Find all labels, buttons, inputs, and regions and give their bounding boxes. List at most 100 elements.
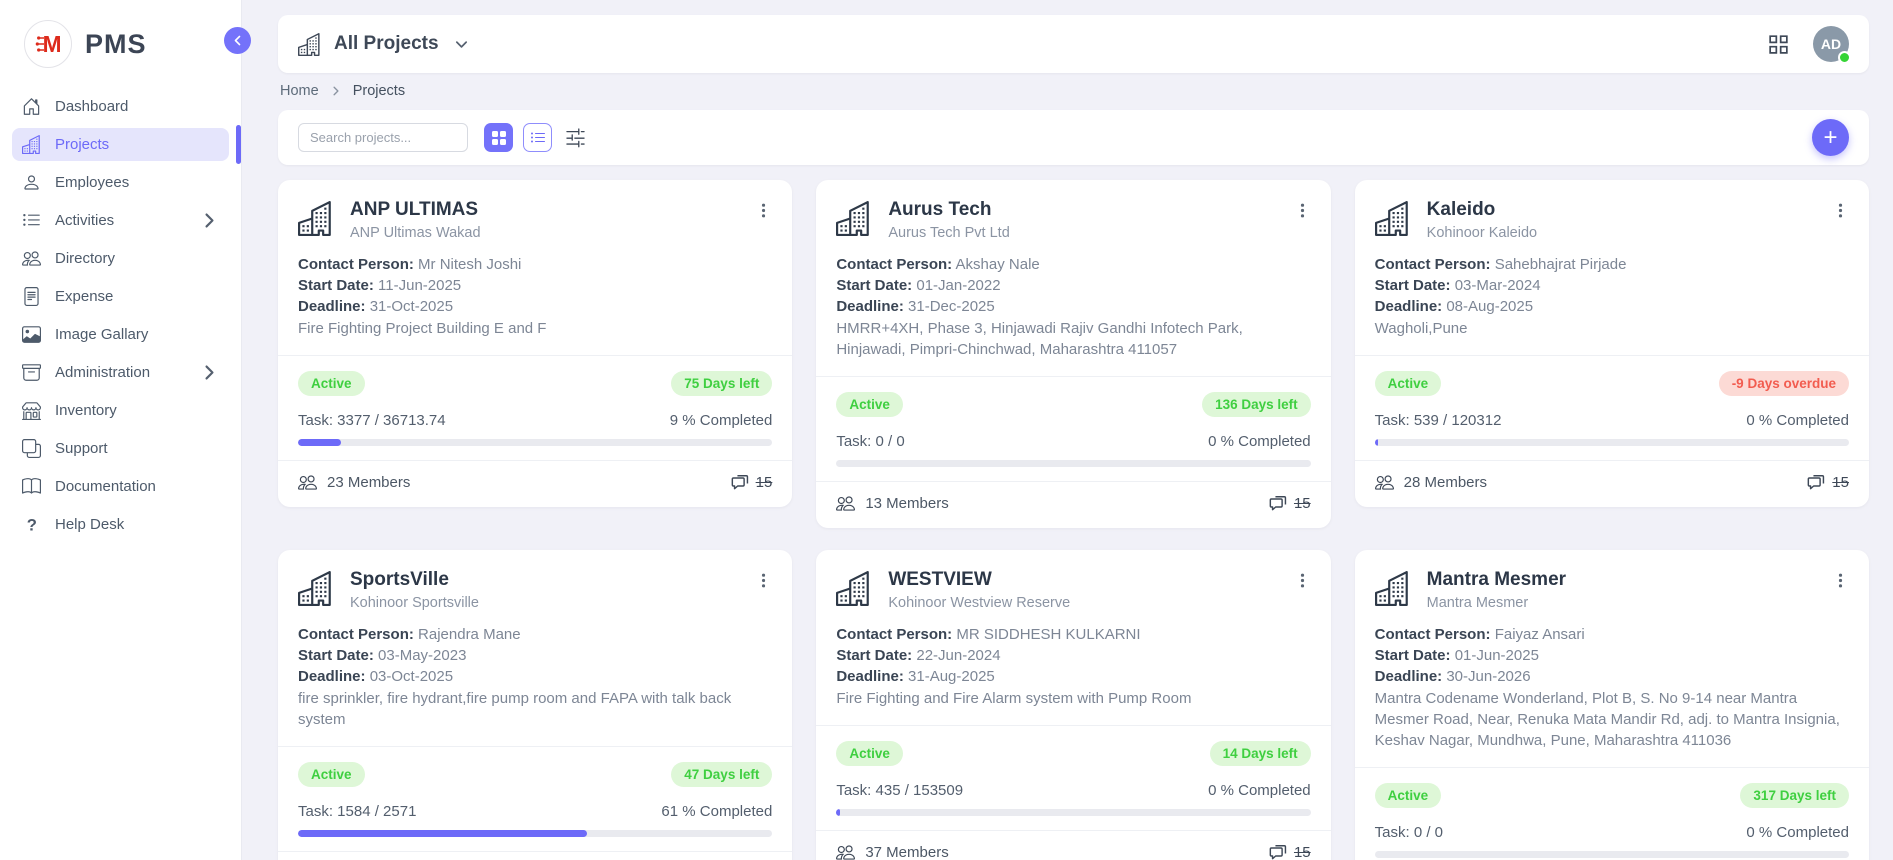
kebab-menu-icon[interactable] (1294, 572, 1311, 589)
deadline-value: 08-Aug-2025 (1446, 298, 1533, 315)
task-row: Task: 0 / 0 0 % Completed (836, 433, 1310, 450)
project-details: Contact Person: MR SIDDHESH KULKARNI Sta… (836, 624, 1310, 709)
projects-toolbar: + (278, 110, 1869, 165)
buildings-icon (298, 33, 321, 56)
contact-person-row: Contact Person: Mr Nitesh Joshi (298, 254, 772, 275)
divider (278, 851, 792, 852)
project-details: Contact Person: Mr Nitesh Joshi Start Da… (298, 254, 772, 339)
sidebar-item-support[interactable]: Support (12, 432, 229, 465)
breadcrumb-home[interactable]: Home (280, 83, 319, 99)
sidebar-item-administration[interactable]: Administration (12, 356, 229, 389)
buildings-icon (22, 135, 41, 154)
project-card[interactable]: ANP ULTIMAS ANP Ultimas Wakad Contact Pe… (278, 180, 792, 507)
project-card[interactable]: Aurus Tech Aurus Tech Pvt Ltd Contact Pe… (816, 180, 1330, 528)
logo-m-icon (24, 20, 72, 68)
start-date-row: Start Date: 03-Mar-2024 (1375, 275, 1849, 296)
avatar-initials: AD (1821, 36, 1841, 52)
progress-bar (836, 460, 1310, 467)
sidebar-item-employees[interactable]: Employees (12, 166, 229, 199)
contact-person-label: Contact Person: (298, 626, 414, 643)
sidebar-item-documentation[interactable]: Documentation (12, 470, 229, 503)
sidebar-item-label: Directory (55, 250, 115, 267)
kebab-menu-icon[interactable] (1832, 572, 1849, 589)
kebab-menu-icon[interactable] (755, 572, 772, 589)
days-left-badge: 75 Days left (671, 371, 772, 396)
project-subtitle: Aurus Tech Pvt Ltd (888, 225, 1009, 241)
project-name: ANP ULTIMAS (350, 199, 481, 221)
sidebar-item-label: Inventory (55, 402, 117, 419)
task-count: Task: 0 / 0 (1375, 824, 1443, 841)
divider (816, 830, 1330, 831)
sidebar-item-label: Support (55, 440, 108, 457)
buildings-icon (298, 571, 333, 606)
project-card[interactable]: Kaleido Kohinoor Kaleido Contact Person:… (1355, 180, 1869, 507)
home-icon (22, 97, 41, 116)
start-date-row: Start Date: 11-Jun-2025 (298, 275, 772, 296)
project-details: Contact Person: Sahebhajrat Pirjade Star… (1375, 254, 1849, 339)
project-name: SportsVille (350, 569, 479, 591)
kebab-menu-icon[interactable] (1832, 202, 1849, 219)
sidebar-item-help-desk[interactable]: ? Help Desk (12, 508, 229, 541)
card-footer: 28 Members 15 (1375, 472, 1849, 492)
filter-button[interactable] (565, 127, 586, 148)
progress-fill (836, 809, 840, 816)
contact-person-value: Akshay Nale (956, 256, 1040, 273)
progress-bar (1375, 439, 1849, 446)
sidebar-item-label: Image Gallary (55, 326, 148, 343)
start-date-row: Start Date: 01-Jan-2022 (836, 275, 1310, 296)
sidebar-item-inventory[interactable]: Inventory (12, 394, 229, 427)
project-subtitle: ANP Ultimas Wakad (350, 225, 481, 241)
buildings-icon (836, 571, 871, 606)
chat-count: 15 (1294, 495, 1311, 512)
add-project-button[interactable]: + (1812, 119, 1849, 156)
card-header: WESTVIEW Kohinoor Westview Reserve (836, 569, 1310, 611)
chat-button[interactable]: 15 (1269, 842, 1311, 860)
sidebar-item-directory[interactable]: Directory (12, 242, 229, 275)
chat-button[interactable]: 15 (1269, 493, 1311, 513)
sidebar-item-projects[interactable]: Projects (12, 128, 229, 161)
layers-icon (22, 439, 41, 458)
deadline-value: 31-Oct-2025 (370, 298, 453, 315)
project-selector-dropdown[interactable]: All Projects (298, 33, 469, 56)
sidebar-item-dashboard[interactable]: Dashboard (12, 90, 229, 123)
card-titles: SportsVille Kohinoor Sportsville (350, 569, 479, 611)
divider (278, 355, 792, 356)
progress-fill (298, 830, 587, 837)
deadline-value: 30-Jun-2026 (1446, 668, 1530, 685)
contact-person-label: Contact Person: (836, 256, 952, 273)
kebab-menu-icon[interactable] (1294, 202, 1311, 219)
chat-button[interactable]: 15 (731, 472, 773, 492)
start-date-value: 22-Jun-2024 (916, 647, 1000, 664)
project-card[interactable]: SportsVille Kohinoor Sportsville Contact… (278, 550, 792, 860)
start-date-value: 03-May-2023 (378, 647, 466, 664)
sidebar-item-activities[interactable]: Activities (12, 204, 229, 237)
sidebar-collapse-button[interactable] (224, 27, 251, 54)
list-view-button[interactable] (523, 123, 552, 152)
sidebar-item-image-gallary[interactable]: Image Gallary (12, 318, 229, 351)
chat-icon (1269, 842, 1289, 860)
chat-icon (1807, 472, 1827, 492)
divider (1355, 460, 1869, 461)
members-count: 37 Members (865, 844, 948, 860)
contact-person-row: Contact Person: Faiyaz Ansari (1375, 624, 1849, 645)
project-details: Contact Person: Akshay Nale Start Date: … (836, 254, 1310, 360)
badges-row: Active 75 Days left (298, 371, 772, 396)
divider (816, 481, 1330, 482)
person-icon (22, 173, 41, 192)
people-icon (1375, 473, 1394, 492)
project-card[interactable]: WESTVIEW Kohinoor Westview Reserve Conta… (816, 550, 1330, 860)
card-titles: ANP ULTIMAS ANP Ultimas Wakad (350, 199, 481, 241)
sidebar-item-label: Documentation (55, 478, 156, 495)
projects-grid: ANP ULTIMAS ANP Ultimas Wakad Contact Pe… (278, 180, 1869, 860)
grid-view-button[interactable] (484, 123, 513, 152)
chat-button[interactable]: 15 (1807, 472, 1849, 492)
apps-grid-icon[interactable] (1768, 34, 1789, 55)
sidebar-item-expense[interactable]: Expense (12, 280, 229, 313)
start-date-label: Start Date: (836, 277, 912, 294)
search-input[interactable] (298, 123, 468, 152)
avatar[interactable]: AD (1813, 26, 1849, 62)
project-card[interactable]: Mantra Mesmer Mantra Mesmer Contact Pers… (1355, 550, 1869, 860)
start-date-label: Start Date: (1375, 647, 1451, 664)
sidebar-item-label: Projects (55, 136, 109, 153)
kebab-menu-icon[interactable] (755, 202, 772, 219)
